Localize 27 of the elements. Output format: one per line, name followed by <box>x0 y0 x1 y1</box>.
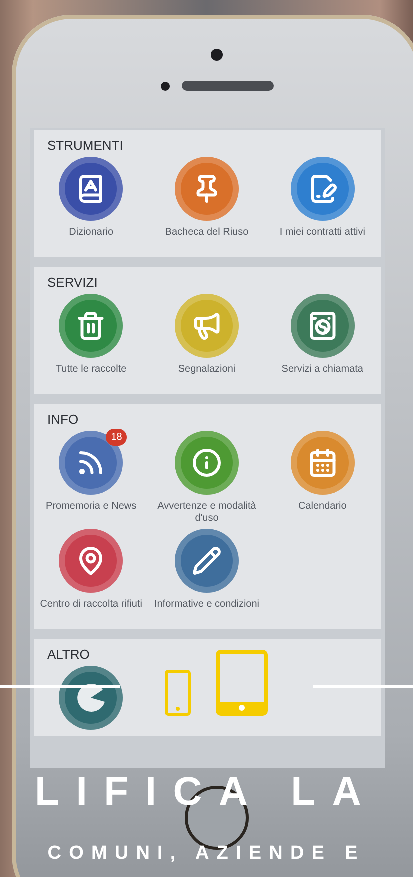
section-title: SERVIZI <box>48 275 99 290</box>
pencil-icon <box>192 546 222 576</box>
menu-item-label: Segnalazioni <box>177 364 237 377</box>
camera-dot <box>211 49 223 61</box>
washing-machine-icon <box>308 311 338 341</box>
trash-bin-icon <box>76 311 106 341</box>
menu-item-label: Servizi a chiamata <box>280 364 364 377</box>
sensor-dot <box>160 82 170 90</box>
pacman-icon <box>75 682 108 714</box>
info-icon <box>192 448 222 478</box>
menu-item-label: Avvertenze e modalità d'uso <box>156 501 258 525</box>
notification-badge: 18 <box>106 429 128 446</box>
menu-item-label: Centro di raccolta rifiuti <box>39 599 144 612</box>
hero-subheadline: COMUNI, AZIENDE E <box>48 843 366 865</box>
megaphone-icon <box>192 311 222 341</box>
menu-item-label: Promemoria e News <box>45 501 138 514</box>
calendar-icon <box>308 448 338 478</box>
menu-item-label: Tutte le raccolte <box>54 364 128 377</box>
menu-item-label: Informative e condizioni <box>153 599 261 612</box>
menu-item-label: I miei contratti attivi <box>278 227 366 240</box>
menu-item-label: Bacheca del Riuso <box>164 227 250 240</box>
menu-item-label: Dizionario <box>68 227 115 240</box>
section-title: ALTRO <box>48 647 91 662</box>
hero-headline: LIFICA LA <box>34 770 378 815</box>
section-title: STRUMENTI <box>48 138 124 153</box>
section-title: INFO <box>48 412 80 427</box>
menu-item-label: Calendario <box>297 501 348 514</box>
